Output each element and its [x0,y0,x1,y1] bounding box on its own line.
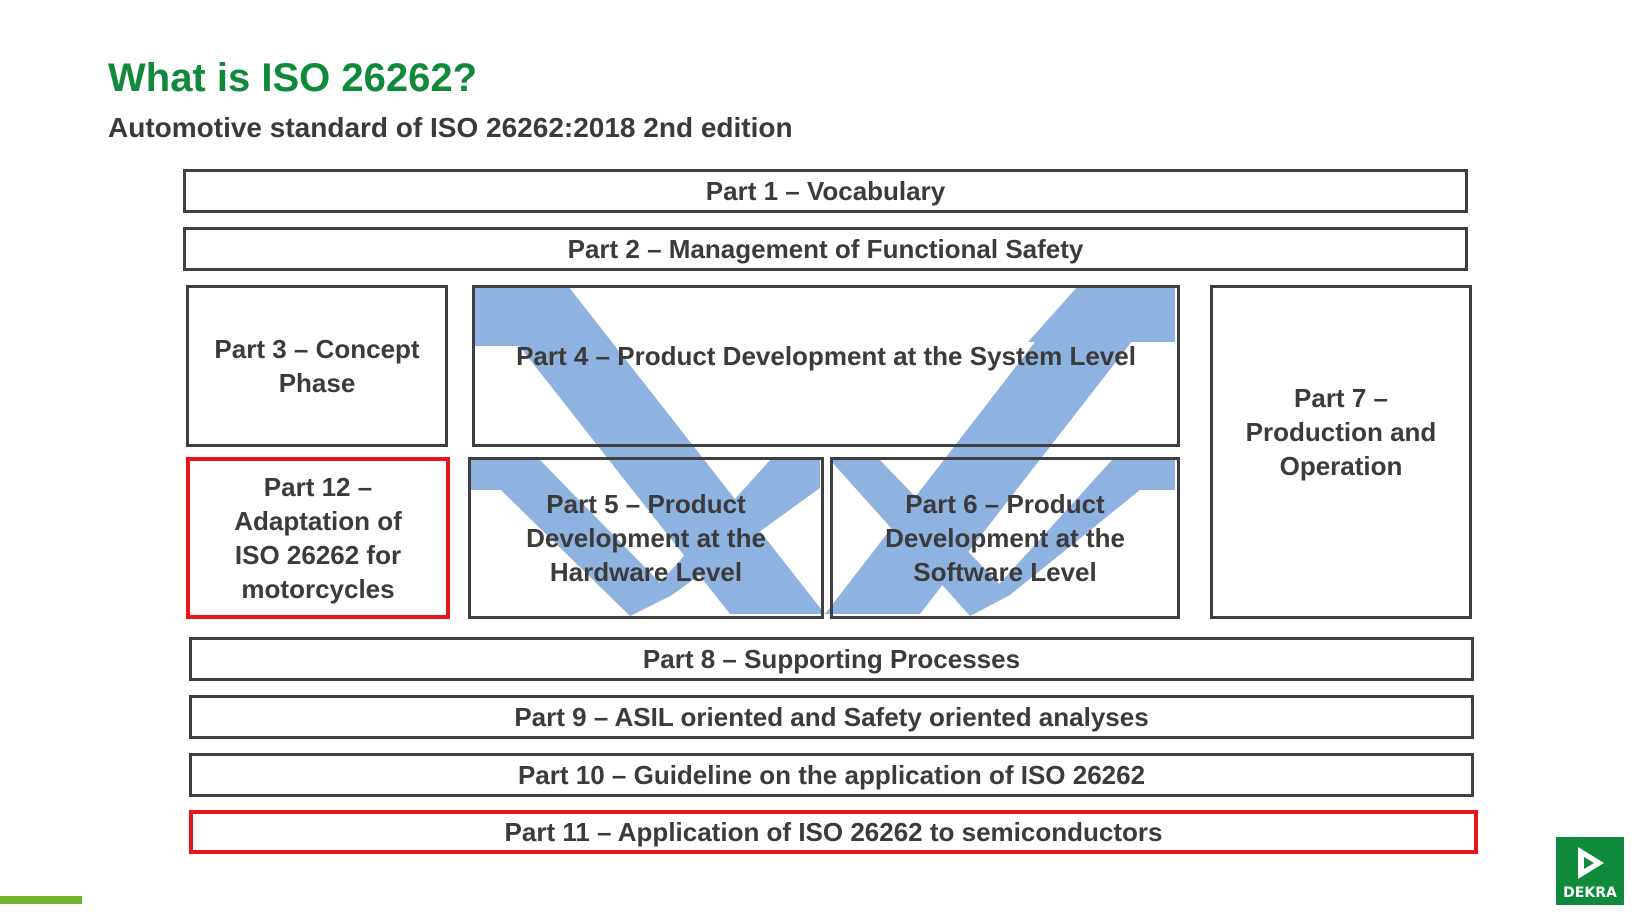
part-3-box: Part 3 – Concept Phase [186,285,448,447]
part-4-label: Part 4 – Product Development at the Syst… [516,341,1136,371]
part-9-label: Part 9 – ASIL oriented and Safety orient… [514,702,1149,732]
page-subtitle: Automotive standard of ISO 26262:2018 2n… [108,112,793,143]
part-8-label: Part 8 – Supporting Processes [642,644,1021,674]
part-10-label: Part 10 – Guideline on the application o… [517,760,1146,790]
part-11-box: Part 11 – Application of ISO 26262 to se… [189,810,1478,854]
part-2-box: Part 2 – Management of Functional Safety [183,227,1468,271]
part-7-label: Part 7 – Production and Operation [1245,383,1437,481]
logo-text: DEKRA [1563,885,1617,901]
part-1-label: Part 1 – Vocabulary [705,176,946,206]
part-9-box: Part 9 – ASIL oriented and Safety orient… [189,695,1474,739]
part-12-box: Part 12 – Adaptation of ISO 26262 for mo… [186,457,450,619]
part-1-box: Part 1 – Vocabulary [183,169,1468,213]
part-2-label: Part 2 – Management of Functional Safety [567,234,1084,264]
part-3-label: Part 3 – Concept Phase [214,334,420,398]
page-title: What is ISO 26262? [108,56,478,100]
accent-line [0,896,82,904]
part-6-label: Part 6 – Product Development at the Soft… [885,489,1125,587]
part-12-label: Part 12 – Adaptation of ISO 26262 for mo… [234,472,402,604]
part-10-box: Part 10 – Guideline on the application o… [189,753,1474,797]
part-5-box: Part 5 – Product Development at the Hard… [468,457,824,619]
part-4-box: Part 4 – Product Development at the Syst… [472,285,1180,447]
part-8-box: Part 8 – Supporting Processes [189,637,1474,681]
dekra-logo: DEKRA [1556,837,1624,905]
part-11-label: Part 11 – Application of ISO 26262 to se… [504,817,1163,847]
part-7-box: Part 7 – Production and Operation [1210,285,1472,619]
part-5-label: Part 5 – Product Development at the Hard… [526,489,766,587]
part-6-box: Part 6 – Product Development at the Soft… [830,457,1180,619]
